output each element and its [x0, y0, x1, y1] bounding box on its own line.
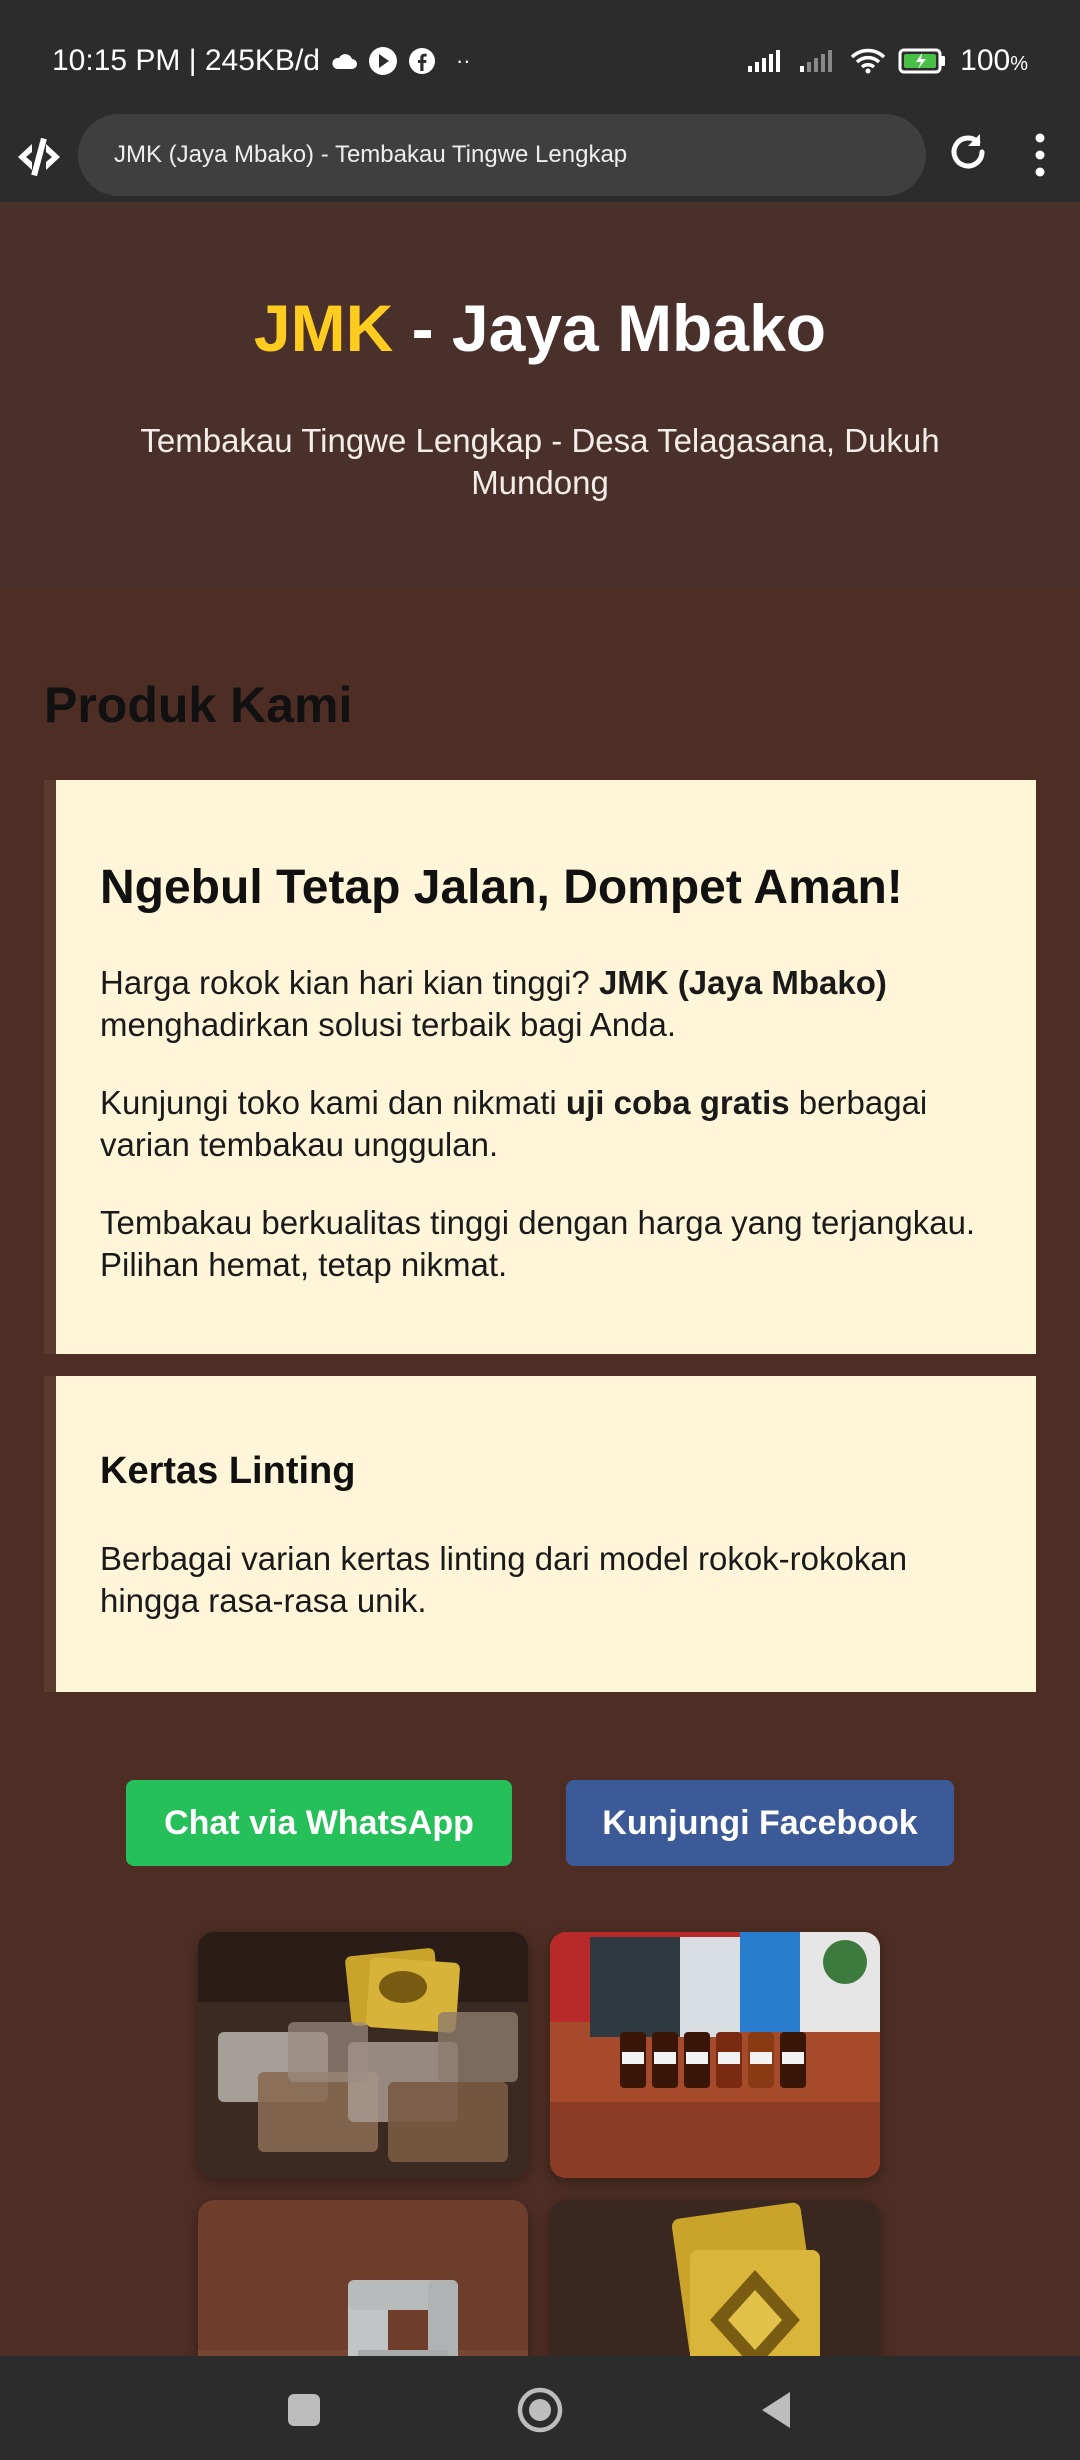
section-title: Produk Kami [44, 677, 353, 733]
cloud-icon [332, 54, 357, 69]
product-description: Berbagai varian kertas linting dari mode… [100, 1540, 908, 1619]
whatsapp-button[interactable]: Chat via WhatsApp [126, 1780, 512, 1866]
site-logo-icon[interactable] [14, 132, 64, 182]
promo-paragraph-1: Harga rokok kian hari kian tinggi? JMK (… [100, 964, 887, 1043]
recents-icon[interactable] [276, 2382, 332, 2438]
brand-name: JMK [253, 291, 394, 365]
promo-title: Ngebul Tetap Jalan, Dompet Aman! [100, 861, 903, 914]
battery-icon [898, 48, 946, 74]
play-icon [368, 47, 397, 75]
facebook-icon [408, 48, 435, 74]
wifi-icon [850, 48, 886, 74]
promo-paragraph-3: Tembakau berkualitas tinggi dengan harga… [100, 1204, 976, 1283]
menu-icon[interactable] [1028, 130, 1052, 180]
status-more: ·· [455, 48, 471, 73]
site-header: JMK - Jaya Mbako Tembakau Tingwe Lengkap… [0, 202, 1080, 588]
home-icon[interactable] [512, 2382, 568, 2438]
product-photo[interactable] [550, 1932, 880, 2178]
status-left: 10:15 PM | 245KB/d ·· [52, 44, 471, 78]
back-icon[interactable] [748, 2382, 804, 2438]
signal-icon [748, 50, 781, 72]
page-title: JMK (Jaya Mbako) - Tembakau Tingwe Lengk… [114, 141, 628, 168]
reload-icon[interactable] [944, 128, 992, 176]
promo-paragraph-2: Kunjungi toko kami dan nikmati uji coba … [100, 1084, 928, 1163]
product-title: Kertas Linting [100, 1450, 356, 1492]
title-rest: - Jaya Mbako [393, 291, 827, 365]
promo-card: Ngebul Tetap Jalan, Dompet Aman! Harga r… [44, 780, 1036, 1354]
signal-icon [800, 50, 833, 72]
product-photo[interactable] [198, 1932, 528, 2178]
product-card: Kertas Linting Berbagai varian kertas li… [44, 1376, 1036, 1692]
facebook-button[interactable]: Kunjungi Facebook [566, 1780, 954, 1866]
status-bar: 10:15 PM | 245KB/d ·· 100% [0, 0, 1080, 122]
battery-percent: 100% [960, 44, 1028, 77]
status-time: 10:15 PM | 245KB/d [52, 44, 320, 77]
browser-toolbar: JMK (Jaya Mbako) - Tembakau Tingwe Lengk… [0, 110, 1080, 202]
system-nav-bar [0, 2356, 1080, 2460]
site-title: JMK - Jaya Mbako [0, 290, 1080, 366]
status-right: 100% [746, 44, 1028, 78]
site-subtitle: Tembakau Tingwe Lengkap - Desa Telagasan… [140, 422, 940, 501]
address-bar[interactable]: JMK (Jaya Mbako) - Tembakau Tingwe Lengk… [78, 114, 926, 196]
